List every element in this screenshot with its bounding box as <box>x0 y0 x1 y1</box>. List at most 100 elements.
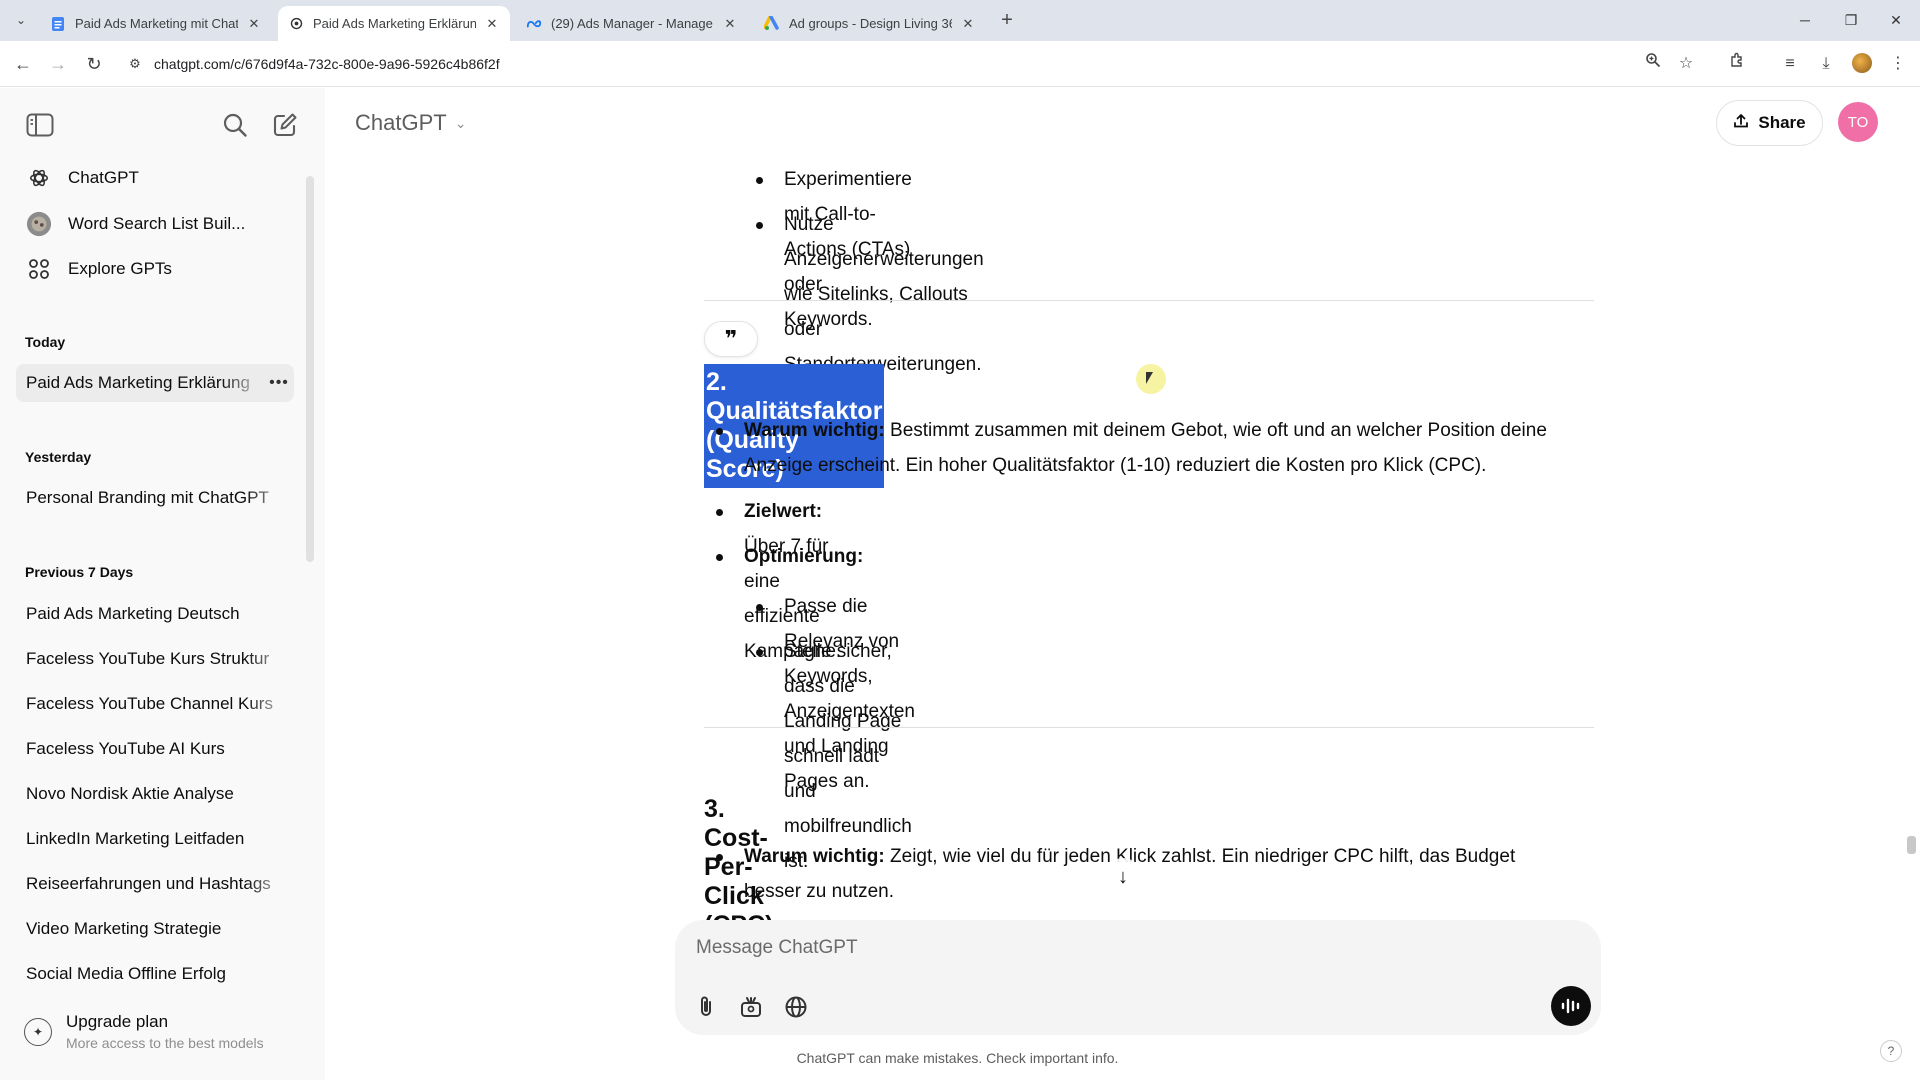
back-icon[interactable]: ← <box>10 51 36 77</box>
message-composer[interactable]: Message ChatGPT <box>675 920 1601 1035</box>
upgrade-plan-button[interactable]: ✦ Upgrade plan More access to the best m… <box>24 1012 264 1051</box>
meta-icon <box>526 16 542 32</box>
sidebar-item-word-search[interactable]: Word Search List Buil... <box>16 205 294 243</box>
reload-icon[interactable]: ↻ <box>81 51 107 77</box>
new-chat-icon[interactable] <box>268 108 302 142</box>
sidebar-chat-item[interactable]: Faceless YouTube AI Kurs <box>16 730 294 768</box>
address-bar[interactable]: ⚙ chatgpt.com/c/676d9f4a-732c-800e-9a96-… <box>124 47 1684 81</box>
label-why-important: Warum wichtig: <box>744 420 885 441</box>
chat-title: Personal Branding mit ChatGPT <box>26 488 269 507</box>
url-text[interactable]: chatgpt.com/c/676d9f4a-732c-800e-9a96-59… <box>154 56 500 72</box>
sidebar: ChatGPT Word Search List Buil... Explore… <box>0 88 325 1080</box>
user-avatar[interactable]: TO <box>1838 102 1878 142</box>
attach-paperclip-icon[interactable] <box>689 990 723 1024</box>
why-text-1: Bestimmt zusammen mit deinem Gebot, wie … <box>890 420 1547 441</box>
sidebar-item-label: Word Search List Buil... <box>68 214 246 233</box>
globe-search-icon[interactable] <box>779 990 813 1024</box>
zoom-icon[interactable] <box>1641 52 1665 76</box>
browser-tab-2[interactable]: Paid Ads Marketing Erklärung ✕ <box>278 6 510 41</box>
voice-mode-button[interactable] <box>1551 986 1591 1026</box>
google-ads-icon <box>764 16 780 32</box>
why-text-2: besser zu nutzen. <box>744 881 894 902</box>
share-icon <box>1733 113 1749 134</box>
browser-tab-3[interactable]: (29) Ads Manager - Manage ads ✕ <box>516 6 748 41</box>
model-selector[interactable]: ChatGPT ⌄ <box>355 110 466 136</box>
upgrade-subtitle: More access to the best models <box>66 1035 264 1051</box>
browser-tab-1[interactable]: Paid Ads Marketing mit ChatGPT ✕ <box>40 6 272 41</box>
quote-icon[interactable]: ❞ <box>704 321 758 357</box>
chat-title: Paid Ads Marketing Erklärung <box>26 373 250 392</box>
scroll-down-arrow-icon[interactable]: ↓ <box>1104 858 1142 896</box>
label-optimization: Optimierung: <box>744 546 864 567</box>
sidebar-item-label: Explore GPTs <box>68 259 172 278</box>
chat-title: Social Media Offline Erfolg <box>26 964 227 983</box>
close-window-icon[interactable]: ✕ <box>1884 8 1908 32</box>
share-button[interactable]: Share <box>1716 100 1823 146</box>
section-title-yesterday: Yesterday <box>25 449 92 465</box>
sidebar-item-chatgpt[interactable]: ChatGPT <box>16 159 294 197</box>
new-tab-icon[interactable]: + <box>995 9 1019 33</box>
sidebar-scrollbar[interactable] <box>306 176 314 562</box>
browser-tab-4[interactable]: Ad groups - Design Living 365 ✕ <box>754 6 986 41</box>
bookmark-star-icon[interactable]: ☆ <box>1674 52 1698 76</box>
sidebar-chat-item[interactable]: Video Marketing Strategie <box>16 910 294 948</box>
upgrade-title: Upgrade plan <box>66 1012 169 1031</box>
sidebar-chat-item[interactable]: Novo Nordisk Aktie Analyse <box>16 775 294 813</box>
download-icon[interactable]: ⤓ <box>1814 52 1838 76</box>
list-item-why-important: Warum wichtig: Zeigt, wie viel du für je… <box>716 839 1604 909</box>
search-icon[interactable] <box>218 108 252 142</box>
sidebar-chat-paid-ads-erklaerung[interactable]: Paid Ads Marketing Erklärung ••• <box>16 364 294 402</box>
media-controls-icon[interactable]: ≡ <box>1778 52 1802 76</box>
main-scrollbar[interactable] <box>1907 836 1916 854</box>
sidebar-chat-item[interactable]: Faceless YouTube Kurs Struktur <box>16 640 294 678</box>
chatgpt-logo-icon <box>26 165 52 191</box>
divider <box>704 727 1594 728</box>
model-name: ChatGPT <box>355 110 447 135</box>
more-options-icon[interactable]: ••• <box>264 374 294 392</box>
sidebar-chat-item[interactable]: LinkedIn Marketing Leitfaden <box>16 820 294 858</box>
chat-title: LinkedIn Marketing Leitfaden <box>26 829 245 848</box>
sidebar-chat-personal-branding[interactable]: Personal Branding mit ChatGPT <box>16 479 294 517</box>
sidebar-item-explore-gpts[interactable]: Explore GPTs <box>16 250 294 288</box>
chat-title: Novo Nordisk Aktie Analyse <box>26 784 234 803</box>
restore-icon[interactable]: ❐ <box>1839 8 1863 32</box>
sidebar-chat-item[interactable]: Social Media Offline Erfolg <box>16 955 294 993</box>
divider <box>704 300 1594 301</box>
sidebar-toggle-icon[interactable] <box>23 108 57 142</box>
browser-profile-avatar[interactable] <box>1852 53 1872 73</box>
chat-title: Faceless YouTube AI Kurs <box>26 739 225 758</box>
tab-title: Paid Ads Marketing mit ChatGPT <box>75 16 238 31</box>
sidebar-item-label: ChatGPT <box>68 168 139 187</box>
tab-title: Ad groups - Design Living 365 <box>789 16 952 31</box>
grid-icon <box>26 256 52 282</box>
tab-close-icon[interactable]: ✕ <box>960 16 976 32</box>
browser-menu-icon[interactable]: ⋮ <box>1886 52 1910 76</box>
help-icon[interactable]: ? <box>1880 1040 1902 1062</box>
message-input[interactable]: Message ChatGPT <box>696 937 858 959</box>
image-create-icon[interactable] <box>734 990 768 1024</box>
minimize-icon[interactable]: ─ <box>1793 8 1817 32</box>
tab-title: Paid Ads Marketing Erklärung <box>313 16 476 31</box>
tab-close-icon[interactable]: ✕ <box>246 16 262 32</box>
tab-close-icon[interactable]: ✕ <box>484 16 500 32</box>
sidebar-chat-item[interactable]: Reiseerfahrungen und Hashtags <box>16 865 294 903</box>
tab-close-icon[interactable]: ✕ <box>722 16 738 32</box>
list-item-why-important: Warum wichtig: Bestimmt zusammen mit dei… <box>716 413 1604 483</box>
label-why-important: Warum wichtig: <box>744 846 885 867</box>
chat-title: Video Marketing Strategie <box>26 919 222 938</box>
chevron-down-icon: ⌄ <box>454 114 467 131</box>
chatgpt-icon <box>288 16 304 32</box>
sidebar-chat-item[interactable]: Paid Ads Marketing Deutsch <box>16 595 294 633</box>
tab-search-chevron-icon[interactable]: ⌄ <box>10 9 32 31</box>
forward-icon[interactable]: → <box>45 51 71 77</box>
extensions-icon[interactable] <box>1725 52 1749 76</box>
chat-title: Paid Ads Marketing Deutsch <box>26 604 240 623</box>
label-target-value: Zielwert: <box>744 501 823 522</box>
upgrade-icon: ✦ <box>24 1017 52 1046</box>
sidebar-chat-item[interactable]: Faceless YouTube Channel Kurs <box>16 685 294 723</box>
list-item-optimization: Optimierung: <box>715 539 864 574</box>
site-info-icon[interactable]: ⚙ <box>124 53 146 75</box>
why-text-2: Anzeige erscheint. Ein hoher Qualitätsfa… <box>744 455 1487 476</box>
section-title-today: Today <box>25 334 66 350</box>
tab-title: (29) Ads Manager - Manage ads <box>551 16 714 31</box>
